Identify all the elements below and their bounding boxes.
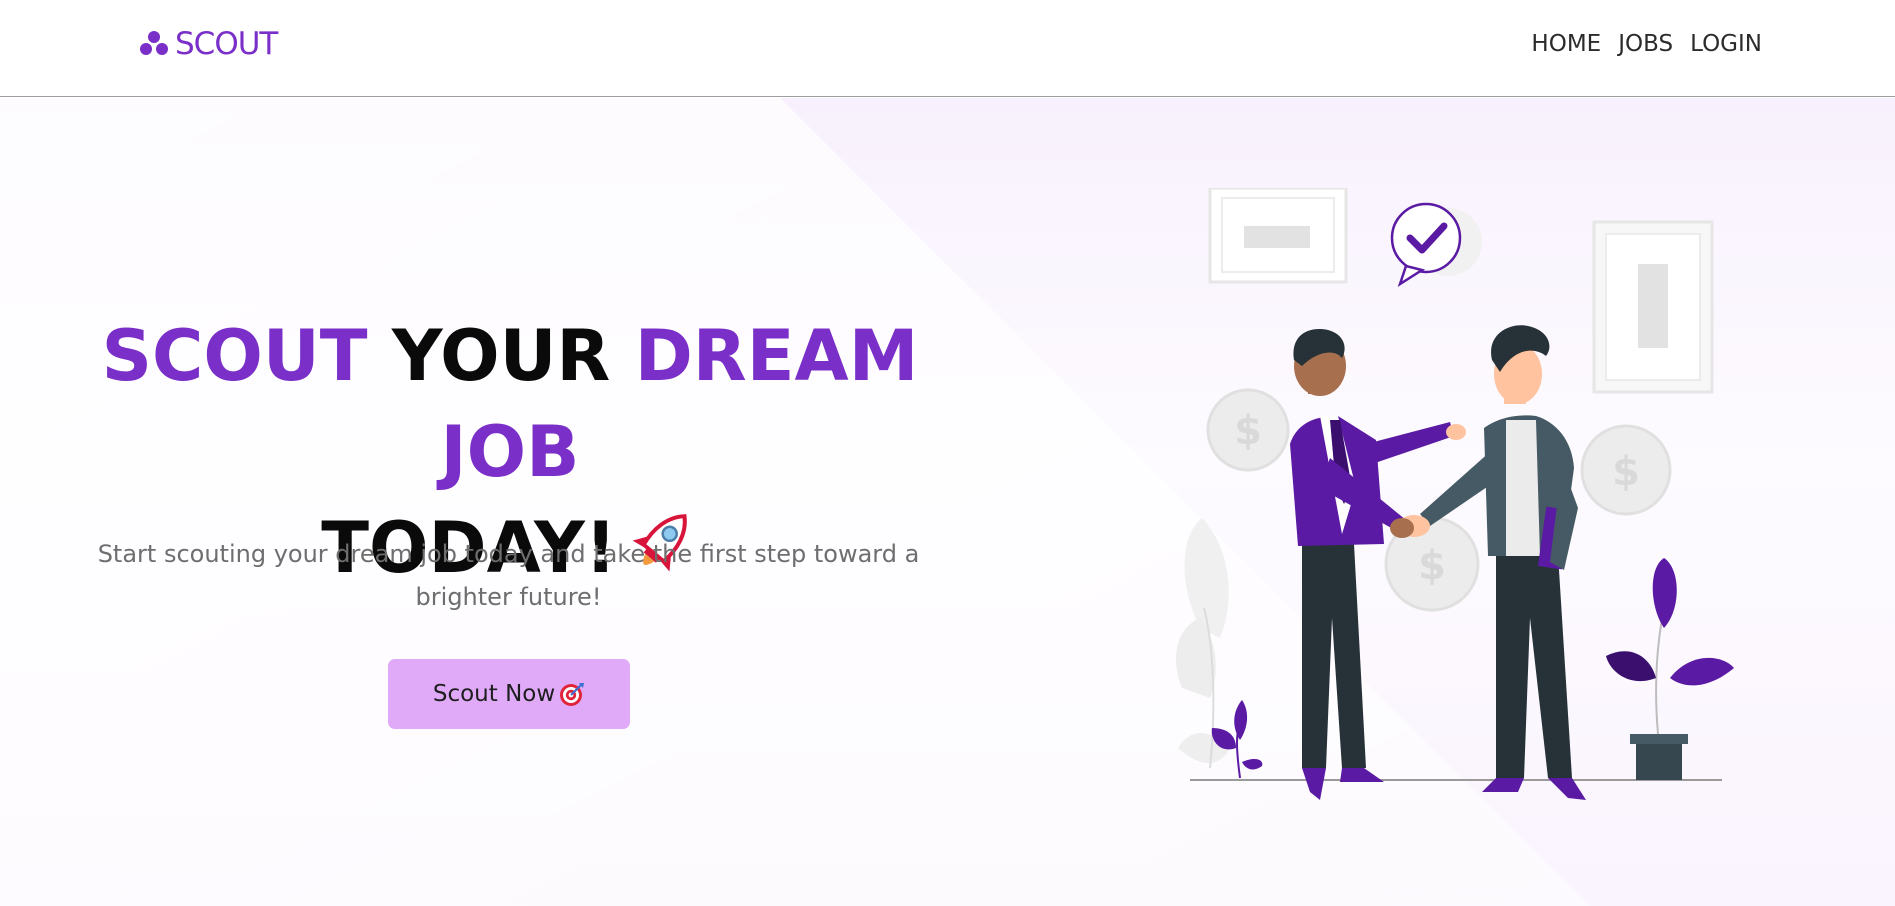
target-dart-icon <box>560 683 585 706</box>
handshake-illustration: $ $ $ <box>1176 188 1734 800</box>
svg-text:$: $ <box>1234 408 1262 454</box>
scout-now-button[interactable]: Scout Now <box>388 659 630 729</box>
logo-text: SCOUT <box>175 26 278 62</box>
hero-subtitle: Start scouting your dream job today and … <box>97 540 920 611</box>
hero-section: SCOUT YOUR DREAM JOB TODAY! Start scouti… <box>0 98 1895 906</box>
nav-login[interactable]: LOGIN <box>1690 31 1762 57</box>
logo-link[interactable]: SCOUT <box>139 26 278 62</box>
headline-word-your: YOUR <box>391 315 611 397</box>
headline-word-scout: SCOUT <box>101 315 368 397</box>
nav-home[interactable]: HOME <box>1531 31 1601 57</box>
main-nav: HOME JOBS LOGIN <box>1531 31 1762 57</box>
nav-jobs[interactable]: JOBS <box>1618 31 1673 57</box>
scout-now-label: Scout Now <box>432 681 556 707</box>
svg-text:$: $ <box>1418 543 1446 589</box>
logo-dots-icon <box>140 31 168 55</box>
site-header: SCOUT HOME JOBS LOGIN <box>0 0 1895 97</box>
svg-text:$: $ <box>1612 449 1640 495</box>
